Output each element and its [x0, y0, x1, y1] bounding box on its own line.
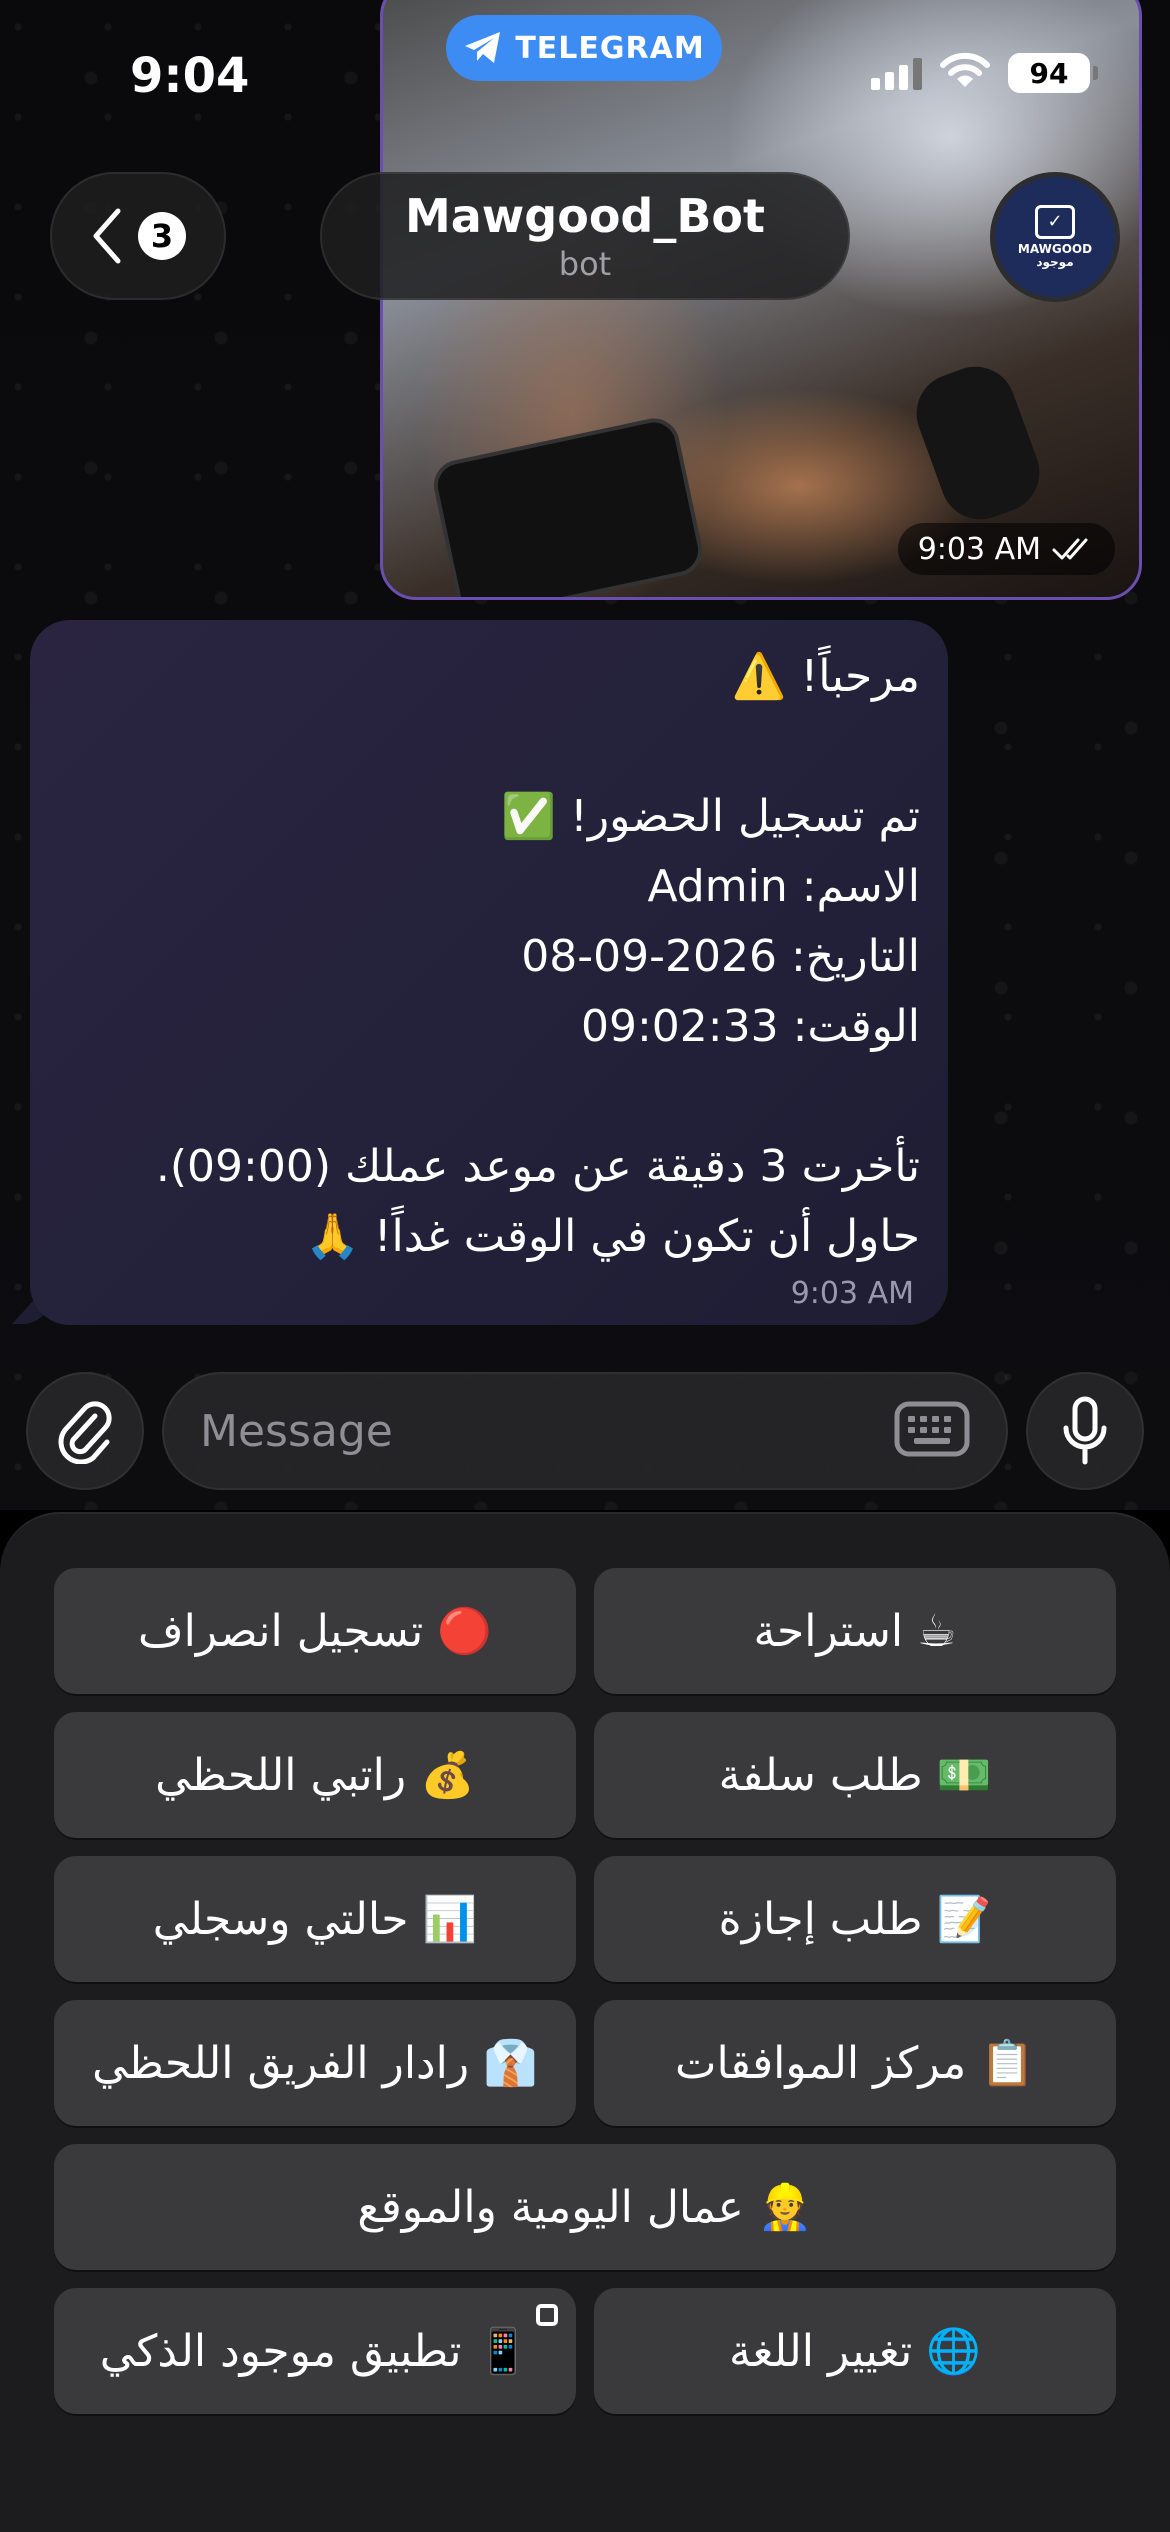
break-button[interactable]: ☕ استراحة — [594, 1568, 1116, 1694]
message-line: مرحباً! ⚠️ — [731, 651, 920, 702]
battery-icon: 94 — [1008, 53, 1098, 93]
chat-title-pill[interactable]: Mawgood_Bot bot — [320, 172, 850, 300]
logo-check-icon: ✓ — [1035, 204, 1075, 239]
message-input-container[interactable] — [162, 1372, 1008, 1490]
advance-request-button[interactable]: 💵 طلب سلفة — [594, 1712, 1116, 1838]
smart-app-button[interactable]: 📱 تطبيق موجود الذكي — [54, 2288, 576, 2414]
leave-request-button[interactable]: 📝 طلب إجازة — [594, 1856, 1116, 1982]
paperclip-icon — [58, 1401, 112, 1464]
wifi-icon — [940, 52, 990, 94]
message-line — [58, 1062, 920, 1132]
telegram-plane-icon — [465, 32, 501, 63]
double-check-icon — [1052, 538, 1088, 560]
voice-record-button[interactable] — [1026, 1372, 1144, 1490]
status-time: 9:04 — [130, 48, 250, 104]
photo-phone-shape — [429, 413, 707, 597]
daily-workers-button[interactable]: 👷 عمال اليومية والموقع — [54, 2144, 1116, 2270]
bot-avatar[interactable]: ✓ MAWGOOD موجود — [990, 172, 1120, 302]
message-line: التاريخ: 2026-09-08 — [521, 931, 920, 982]
status-indicators: 94 — [871, 52, 1098, 94]
battery-level: 94 — [1029, 56, 1069, 90]
message-line: الوقت: 09:02:33 — [580, 1001, 920, 1052]
message-line: حاول أن تكون في الوقت غداً! 🙏 — [305, 1211, 920, 1262]
telegram-pill-label: TELEGRAM — [515, 30, 705, 66]
message-input[interactable] — [200, 1405, 894, 1457]
avatar-logo-text: MAWGOOD موجود — [1017, 241, 1093, 269]
photo-watch-shape — [905, 355, 1051, 531]
approvals-center-button[interactable]: 📋 مركز الموافقات — [594, 2000, 1116, 2126]
live-salary-button[interactable]: 💰 راتبي اللحظي — [54, 1712, 576, 1838]
web-app-icon — [536, 2304, 558, 2326]
message-line — [58, 712, 920, 782]
message-line: الاسم: Admin — [647, 861, 920, 912]
keyboard-toggle[interactable] — [894, 1401, 970, 1461]
message-line: تأخرت 3 دقيقة عن موعد عملك (09:00). — [155, 1141, 920, 1192]
team-radar-button[interactable]: 👔 رادار الفريق اللحظي — [54, 2000, 576, 2126]
attach-button[interactable] — [26, 1372, 144, 1490]
keyboard-icon — [894, 1401, 970, 1457]
photo-time-text: 9:03 AM — [917, 531, 1041, 567]
chat-title: Mawgood_Bot — [404, 189, 766, 243]
chevron-left-icon — [93, 208, 121, 264]
telegram-app-pill[interactable]: TELEGRAM — [446, 15, 722, 81]
message-line: تم تسجيل الحضور! ✅ — [501, 791, 920, 842]
smart-app-label: 📱 تطبيق موجود الذكي — [99, 2326, 531, 2377]
change-language-button[interactable]: 🌐 تغيير اللغة — [594, 2288, 1116, 2414]
cellular-signal-icon — [871, 56, 922, 90]
microphone-icon — [1063, 1396, 1107, 1465]
message-timestamp: 9:03 AM — [790, 1276, 914, 1311]
unread-count-badge: 3 — [138, 212, 186, 260]
incoming-message[interactable]: مرحباً! ⚠️ تم تسجيل الحضور! ✅ الاسم: Admin… — [30, 620, 948, 1325]
back-button[interactable]: 3 — [50, 172, 226, 300]
photo-timestamp: 9:03 AM — [897, 523, 1115, 575]
status-history-button[interactable]: 📊 حالتي وسجلي — [54, 1856, 576, 1982]
chat-subtitle: bot — [558, 245, 612, 283]
checkout-button[interactable]: 🔴 تسجيل انصراف — [54, 1568, 576, 1694]
message-text: مرحباً! ⚠️ تم تسجيل الحضور! ✅ الاسم: Admin… — [58, 642, 920, 1272]
